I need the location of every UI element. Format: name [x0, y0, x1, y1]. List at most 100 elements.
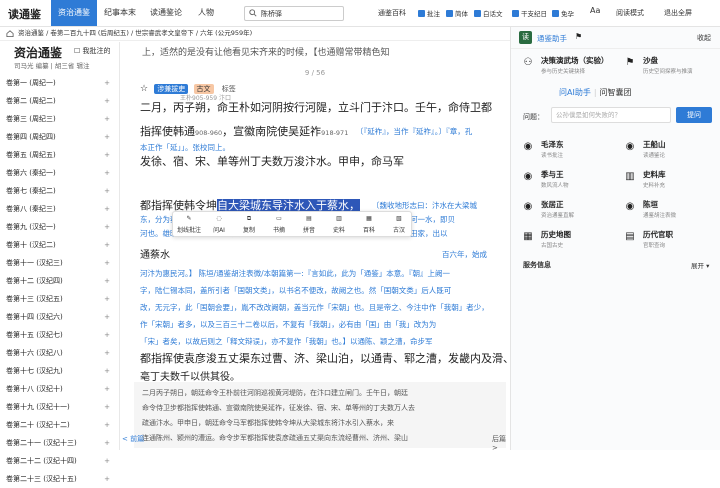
card-mao[interactable]: ◉ 毛泽东 读书批注	[517, 135, 612, 165]
font-size-button[interactable]: Aa	[590, 6, 600, 15]
volume-item[interactable]: 卷第二十三 (汉纪十五) +	[6, 470, 114, 488]
next-chapter-button[interactable]: 后篇 >	[492, 434, 510, 452]
collapse-button[interactable]: 收起	[697, 33, 711, 43]
underline-annotate-button[interactable]: ✎ 划线批注	[175, 214, 203, 236]
volume-item[interactable]: 卷第二十二 (汉纪十四) +	[6, 452, 114, 470]
volume-item[interactable]: 卷第十七 (汉纪九) +	[6, 362, 114, 380]
question-input[interactable]: 公孙僕是如何失败的？	[551, 107, 671, 123]
volume-item[interactable]: 卷第二十 (汉纪十二) +	[6, 416, 114, 434]
read-mode-button[interactable]: 阅读模式	[616, 8, 644, 18]
tab-people[interactable]: 人物	[189, 0, 223, 26]
pinyin-button[interactable]: ▤ 拼音	[295, 214, 323, 236]
volume-item[interactable]: 卷第十八 (汉纪十) +	[6, 380, 114, 398]
card-source-library[interactable]: ▥ 史料库 史料补充	[619, 165, 714, 195]
expand-icon[interactable]: +	[104, 92, 110, 110]
volume-item[interactable]: 卷第十三 (汉纪五) +	[6, 290, 114, 308]
volume-item[interactable]: 卷第十九 (汉纪十一) +	[6, 398, 114, 416]
checkbox-simplified[interactable]: 简体	[446, 8, 468, 18]
checkbox-vernacular[interactable]: 白话文	[474, 8, 503, 18]
volume-item[interactable]: 卷第七 (秦纪二) +	[6, 182, 114, 200]
card-sandbox[interactable]: ⚑ 沙盘 历史空间探察与推演	[619, 51, 714, 81]
expand-icon[interactable]: +	[104, 308, 110, 326]
expand-icon[interactable]: +	[104, 182, 110, 200]
expand-icon[interactable]: +	[104, 380, 110, 398]
card-decision-arena[interactable]: ⚇ 决策演武场（实验） 参与历史关键抉择	[517, 51, 612, 81]
expand-icon[interactable]: +	[104, 452, 110, 470]
encyclopedia-button[interactable]: ▦ 百科	[355, 214, 383, 236]
summary-line: 二月丙子朔日，朝廷命令王朴前往河阴巡视黄河堤防，在汴口建立闸门。壬午日，朝廷	[142, 389, 408, 397]
tab-ask-ai[interactable]: 问AI助手	[559, 88, 591, 97]
expand-icon[interactable]: +	[104, 398, 110, 416]
volume-item[interactable]: 卷第五 (周纪五) +	[6, 146, 114, 164]
expand-icon[interactable]: +	[104, 128, 110, 146]
prev-chapter-button[interactable]: < 前篇	[122, 434, 144, 444]
book-title: 资治通鉴	[14, 46, 63, 60]
volume-item[interactable]: 卷第十一 (汉纪三) +	[6, 254, 114, 272]
exit-fullscreen-button[interactable]: 退出全屏	[664, 8, 692, 18]
expand-icon[interactable]: +	[104, 434, 110, 452]
text-line-6[interactable]: 亳丁夫数千以供其役。	[140, 368, 240, 383]
expand-icon[interactable]: +	[104, 326, 110, 344]
card-ji-wang[interactable]: ◉ 季与王 数风流人物	[517, 165, 612, 195]
expand-icon[interactable]: +	[104, 236, 110, 254]
expand-icon[interactable]: +	[104, 200, 110, 218]
history-source-button[interactable]: ▥ 史料	[325, 214, 353, 236]
expand-icon[interactable]: +	[104, 470, 110, 488]
tab-zizhitongjian[interactable]: 资治通鉴	[51, 0, 97, 26]
card-chen-yuan[interactable]: ◉ 陈垣 通鉴胡注表微	[619, 195, 714, 225]
tab-dutongjianlun[interactable]: 读通鉴论	[143, 0, 189, 26]
text-line-4[interactable]: 通蔡水	[140, 246, 170, 261]
volume-item[interactable]: 卷第四 (周纪四) +	[6, 128, 114, 146]
copy-button[interactable]: ⧉ 复制	[235, 214, 263, 236]
breadcrumb-text[interactable]: 资治通鉴 / 卷第二百九十四 (后周纪五) / 世宗睿武孝文皇帝下 / 六年 (…	[18, 29, 252, 37]
my-annotations-toggle[interactable]: ☐ 我批注的	[74, 46, 111, 56]
volume-item[interactable]: 卷第十六 (汉纪八) +	[6, 344, 114, 362]
expand-icon[interactable]: +	[104, 218, 110, 236]
ask-ai-button[interactable]: ◌ 问AI	[205, 214, 233, 236]
expand-icon[interactable]: +	[104, 290, 110, 308]
app-logo[interactable]: 读通鉴	[8, 6, 41, 22]
volume-item[interactable]: 卷第一 (周纪一) +	[6, 74, 114, 92]
excerpt-button[interactable]: ▭ 书摘	[265, 214, 293, 236]
checkbox-ganzhi[interactable]: 干支纪日	[512, 8, 547, 18]
volume-item[interactable]: 卷第六 (秦纪一) +	[6, 164, 114, 182]
volume-item[interactable]: 卷第十 (汉纪二) +	[6, 236, 114, 254]
volume-item[interactable]: 卷第八 (秦纪三) +	[6, 200, 114, 218]
expand-icon[interactable]: +	[104, 164, 110, 182]
search-input[interactable]: 陈桥驿	[244, 6, 344, 21]
text-line-2[interactable]: 指挥使韩通908-960，宣徽南院使吴延祚918-971	[140, 123, 348, 139]
volume-item[interactable]: 卷第十二 (汉纪四) +	[6, 272, 114, 290]
checkbox-annotation[interactable]: 批注	[418, 8, 440, 18]
ask-button[interactable]: 提问	[676, 107, 712, 123]
text-line-5[interactable]: 都指挥使袁彦浚五丈渠东过曹、济、梁山泊，以通青、郓之漕，发畿内及滑、	[140, 350, 514, 366]
volume-item[interactable]: 卷第三 (周纪三) +	[6, 110, 114, 128]
home-icon[interactable]	[6, 30, 14, 37]
expand-icon[interactable]: +	[104, 110, 110, 128]
expand-icon[interactable]: +	[104, 146, 110, 164]
expand-icon[interactable]: +	[104, 416, 110, 434]
tab-jishibenmo[interactable]: 纪事本末	[97, 0, 143, 26]
expand-icon[interactable]: +	[104, 254, 110, 272]
card-wang-chuanshan[interactable]: ◉ 王船山 读通鉴论	[619, 135, 714, 165]
volume-item[interactable]: 卷第二 (周纪二) +	[6, 92, 114, 110]
ancient-chinese-button[interactable]: ▧ 古汉	[385, 214, 413, 236]
card-official-titles[interactable]: ▤ 历代官职 官职查询	[619, 225, 714, 255]
expand-icon[interactable]: +	[104, 74, 110, 92]
volume-item[interactable]: 卷第九 (汉纪一) +	[6, 218, 114, 236]
volume-item[interactable]: 卷第十五 (汉纪七) +	[6, 326, 114, 344]
expand-icon[interactable]: +	[104, 344, 110, 362]
text-line-1[interactable]: 二月，丙子朔，命王朴如河阴按行河隄，立斗门于汴口。壬午，命侍卫都	[140, 99, 492, 115]
volume-item[interactable]: 卷第二十一 (汉纪十三) +	[6, 434, 114, 452]
expand-button[interactable]: 展开 ▾	[691, 260, 709, 270]
tab-think-tank[interactable]: 问智囊团	[600, 88, 632, 97]
volume-item[interactable]: 卷第十四 (汉纪六) +	[6, 308, 114, 326]
text-line-2c[interactable]: 发徐、宿、宋、单等州丁夫数万浚汴水。甲申，命马军	[140, 153, 404, 169]
expand-icon[interactable]: +	[104, 362, 110, 380]
lib-link[interactable]: 通鉴百科	[378, 8, 406, 18]
flag-icon[interactable]: ⚑	[575, 32, 582, 41]
card-zhang-juzheng[interactable]: ◉ 张居正 资治通鉴直解	[517, 195, 612, 225]
checkbox-mianyun[interactable]: 免孕	[552, 8, 574, 18]
expand-icon[interactable]: +	[104, 272, 110, 290]
star-icon[interactable]: ☆	[140, 84, 148, 94]
card-history-map[interactable]: ▦ 历史地图 古国古史	[517, 225, 612, 255]
